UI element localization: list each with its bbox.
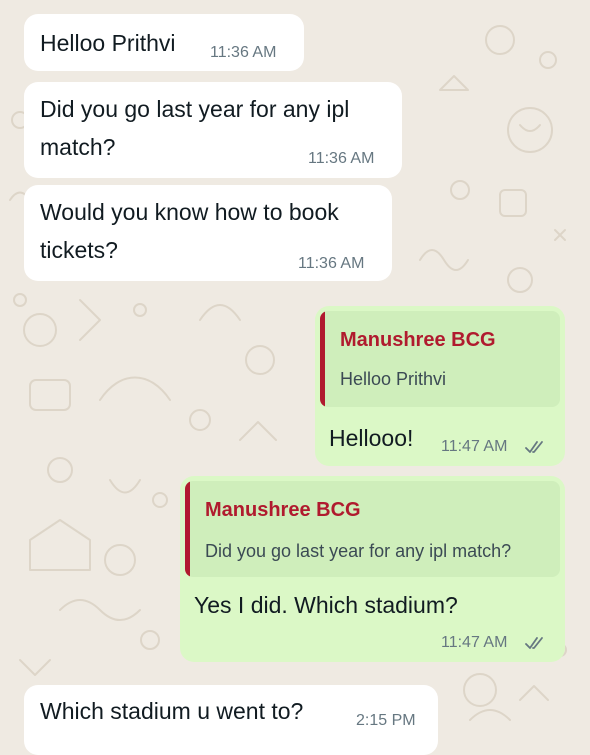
message-bubble-incoming[interactable]: Which stadium u went to? 2:15 PM <box>24 685 438 755</box>
message-timestamp: 11:36 AM <box>308 150 375 167</box>
quote-accent-bar <box>320 311 325 407</box>
quote-author: Manushree BCG <box>205 499 361 521</box>
quoted-reply[interactable]: Manushree BCG Helloo Prithvi <box>320 311 560 407</box>
message-timestamp: 11:36 AM <box>298 255 365 272</box>
message-timestamp: 11:47 AM <box>441 634 508 651</box>
message-bubble-incoming[interactable]: Did you go last year for any ipl match? … <box>24 82 402 178</box>
message-text-line: tickets? <box>40 237 118 263</box>
double-check-icon <box>525 441 543 453</box>
message-timestamp: 2:15 PM <box>356 712 416 729</box>
message-bubble-outgoing[interactable]: Manushree BCG Did you go last year for a… <box>180 476 565 662</box>
message-text: Hellooo! <box>329 425 414 451</box>
quote-accent-bar <box>185 481 190 577</box>
message-text-line: Did you go last year for any ipl <box>40 96 350 122</box>
message-text: Which stadium u went to? <box>40 698 304 724</box>
message-bubble-incoming[interactable]: Would you know how to book tickets? 11:3… <box>24 185 392 281</box>
message-text: Yes I did. Which stadium? <box>194 592 458 618</box>
message-bubble-outgoing[interactable]: Manushree BCG Helloo Prithvi Hellooo! 11… <box>315 306 565 466</box>
message-bubble-incoming[interactable]: Helloo Prithvi 11:36 AM <box>24 14 304 71</box>
double-check-icon <box>525 637 543 649</box>
quote-text: Did you go last year for any ipl match? <box>205 541 512 561</box>
message-text: Helloo Prithvi <box>40 30 176 56</box>
message-timestamp: 11:47 AM <box>441 438 508 455</box>
quote-text: Helloo Prithvi <box>340 369 447 389</box>
message-text-line: Would you know how to book <box>40 199 339 225</box>
quote-author: Manushree BCG <box>340 329 496 351</box>
quoted-reply[interactable]: Manushree BCG Did you go last year for a… <box>185 481 560 577</box>
message-timestamp: 11:36 AM <box>210 44 277 61</box>
message-text-line: match? <box>40 134 116 160</box>
